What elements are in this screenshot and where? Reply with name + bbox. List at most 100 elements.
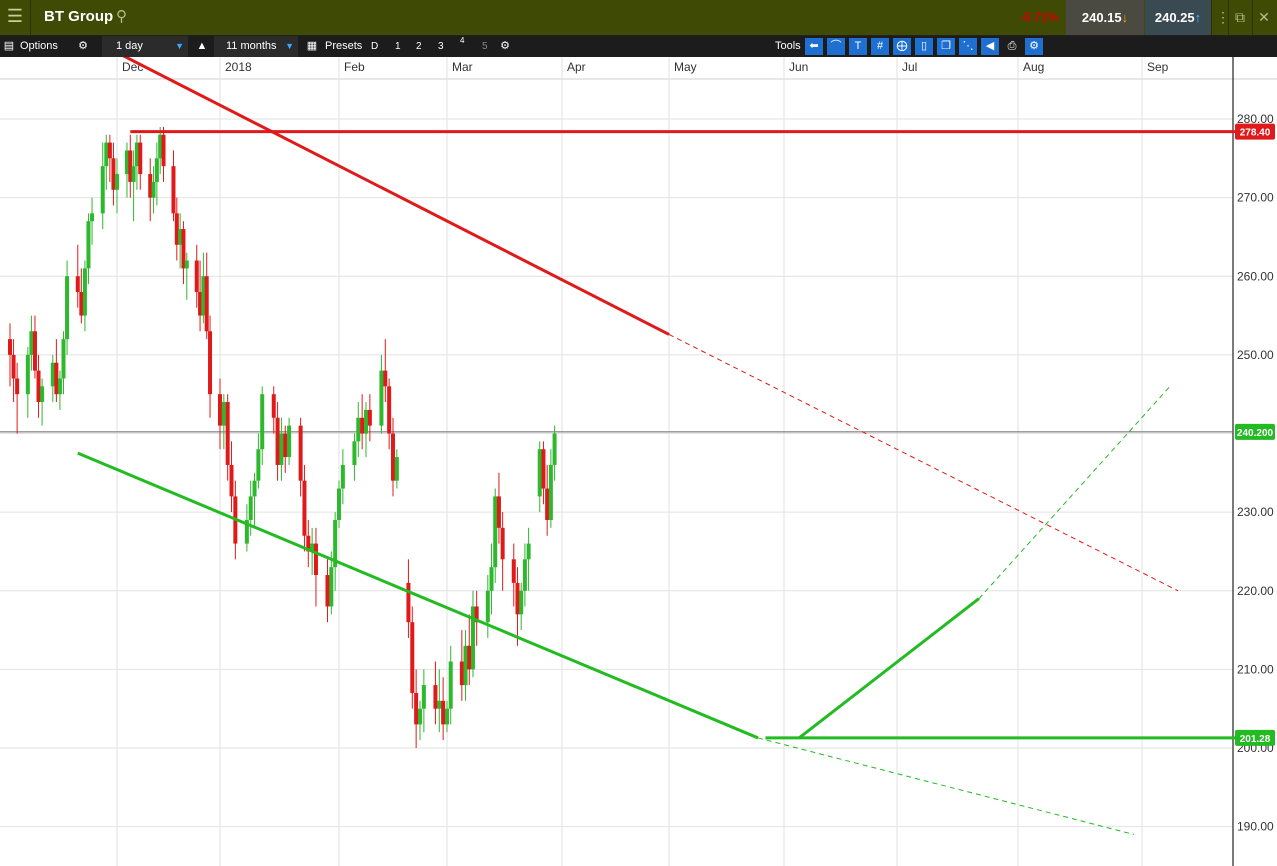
candle [313, 527, 318, 607]
candle-body [36, 370, 41, 403]
candle [279, 417, 284, 481]
preset-button-4[interactable]: 4 [460, 36, 464, 57]
tools-label: Tools [775, 40, 801, 52]
candle [352, 433, 357, 481]
preset-button-d[interactable]: D [371, 36, 378, 57]
candle [441, 677, 446, 741]
candle-body [383, 370, 388, 387]
interval-select[interactable]: 1 day ▼ [102, 36, 188, 57]
candle-body [287, 425, 292, 458]
candle [337, 480, 341, 528]
popout-icon[interactable]: ⧉ [1228, 0, 1251, 35]
candle-body [437, 700, 442, 709]
crosshair-icon[interactable]: ⨁ [893, 38, 911, 55]
print-icon[interactable]: ⎙ [1003, 38, 1021, 55]
tag-icon[interactable]: ◀ [981, 38, 999, 55]
trendline-resistance-descending[interactable] [78, 57, 670, 336]
candle [57, 370, 62, 410]
candle-body [367, 409, 372, 426]
candle [218, 378, 222, 450]
candle-body [356, 417, 361, 442]
candle-body [57, 378, 62, 395]
back-arrow-icon[interactable]: ⬅ [805, 38, 823, 55]
close-icon[interactable]: ✕ [1252, 0, 1275, 35]
candle [394, 449, 399, 489]
lock-icon[interactable]: ▲ [193, 38, 211, 55]
candle-body [340, 464, 345, 489]
candle-body [131, 166, 136, 182]
candle [252, 472, 257, 528]
preset-button-1[interactable]: 1 [395, 36, 401, 57]
x-tick-label: 2018 [225, 60, 252, 74]
candle-body [11, 354, 16, 379]
candle [360, 394, 365, 450]
candle-body [302, 480, 307, 536]
gear-icon[interactable]: ⚙ [74, 38, 92, 55]
candle [541, 441, 546, 505]
price-tag-label: 240.200 [1237, 428, 1274, 439]
curve-tool-icon[interactable]: ⌒ [827, 38, 845, 55]
candle [229, 441, 234, 513]
candle-body [537, 449, 542, 497]
y-tick-label: 230.00 [1237, 505, 1274, 519]
candle-body [221, 402, 226, 426]
trendline-support-ascending[interactable] [798, 597, 980, 740]
document-icon[interactable]: ▤ [0, 38, 18, 55]
candle-body [40, 386, 45, 403]
candle-body [459, 661, 464, 686]
candle [161, 126, 166, 182]
candle-body [171, 166, 176, 214]
candle-body [61, 339, 66, 379]
candle-body [325, 575, 330, 607]
candle [275, 402, 280, 481]
candle [410, 606, 415, 709]
candle-body [90, 213, 95, 222]
candle-body [75, 276, 80, 292]
candle-body [489, 567, 494, 591]
candle [86, 213, 91, 285]
candle [437, 669, 442, 733]
text-tool-icon[interactable]: T [849, 38, 867, 55]
preset-button-2[interactable]: 2 [416, 36, 422, 57]
candle [485, 575, 490, 638]
search-icon[interactable]: ⚲ [116, 7, 127, 25]
candle [418, 700, 422, 741]
candle [511, 543, 516, 607]
candle-body [410, 622, 415, 693]
layers-icon[interactable]: ❐ [937, 38, 955, 55]
candle-body [496, 496, 501, 528]
candle-body [229, 464, 234, 497]
sell-price-button[interactable]: 240.15↓ [1066, 0, 1144, 35]
candle-body [151, 181, 156, 198]
candle [181, 221, 186, 285]
candle [333, 512, 338, 591]
candle-body [360, 417, 365, 434]
trendline-support-ascending-extension[interactable] [978, 385, 1171, 599]
candle-body [441, 700, 446, 725]
x-tick-label: Sep [1147, 60, 1169, 74]
preset-settings-icon[interactable]: ⚙ [496, 38, 514, 55]
calendar-icon[interactable]: ▦ [303, 38, 321, 55]
candle-body [448, 661, 453, 709]
range-select[interactable]: 11 months ▼ [214, 36, 298, 57]
preset-button-3[interactable]: 3 [438, 36, 444, 57]
candle [11, 339, 16, 403]
candle [470, 590, 475, 678]
options-button[interactable]: Options [20, 36, 58, 57]
indicator-icon[interactable]: ⋱ [959, 38, 977, 55]
candle-body [545, 488, 550, 520]
preset-button-5[interactable]: 5 [482, 36, 488, 57]
candle [306, 519, 311, 568]
buy-price-button[interactable]: 240.25↑ [1145, 0, 1211, 35]
candle-body [445, 708, 449, 725]
candle-body [252, 480, 257, 497]
price-chart[interactable]: 190.00200.00210.00220.00230.00240.00250.… [0, 57, 1277, 866]
candle [356, 402, 361, 458]
settings-tool-icon[interactable]: ⚙ [1025, 38, 1043, 55]
grid-tool-icon[interactable]: # [871, 38, 889, 55]
candle-body [86, 221, 91, 269]
trendline-support-descending-extension[interactable] [757, 737, 1135, 835]
menu-icon[interactable]: ☰ [0, 0, 31, 35]
candle-icon[interactable]: ▯ [915, 38, 933, 55]
instrument-title[interactable]: BT Group [44, 8, 113, 25]
